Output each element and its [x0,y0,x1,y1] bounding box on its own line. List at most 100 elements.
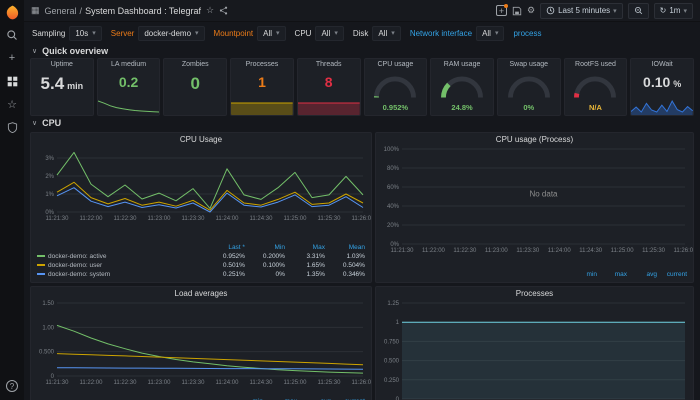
chart-canvas[interactable]: 00.5001.001.5011:21:30 11:22:00 11:22:30 11… [31,299,371,387]
refresh-icon: ↻ [659,6,667,15]
stat-panel-swap-usage[interactable]: Swap usage 0% [496,58,561,116]
stat-value: 0.2 [118,74,139,90]
stat-title: Zombies [181,61,209,68]
settings-gear-icon[interactable]: ⚙ [527,5,535,16]
svg-text:11:21:30: 11:21:30 [46,380,70,386]
panel-title[interactable]: Processes [376,287,693,299]
legend-spacer [382,270,567,279]
chart-canvas[interactable]: 0%20%40%60%80%100%11:21:30 11:22:00 11:22:… [376,145,693,255]
svg-text:11:26:00: 11:26:00 [352,216,371,222]
svg-text:11:24:30: 11:24:30 [250,216,274,222]
help-icon[interactable]: ? [4,378,20,394]
cpu-usage-chart[interactable]: 0% 1% 2% 3% 11:21:30 11:22:00 11:22:30 11:23:00… [31,145,371,243]
variable-mountpoint: Mountpoint All ▾ [214,25,286,41]
stat-panel-processes[interactable]: Processes 1 [230,58,294,116]
breadcrumb-folder[interactable]: General [45,6,77,16]
legend-value: 0.952% [222,253,245,260]
panel-title[interactable]: CPU Usage [31,133,371,145]
stat-title: CPU usage [377,61,414,68]
legend-sort-header[interactable]: Last * [209,243,245,252]
chart-canvas[interactable]: 00.2500.5000.75011.2511:21:3011:22:0011:… [376,299,693,400]
time-range-label: Last 5 minutes [558,6,611,15]
panel-title[interactable]: CPU usage (Process) [376,133,693,145]
legend-value: 0.346% [342,271,365,278]
cpu-usage-process-chart[interactable]: 0% 20% 40% 60% 80% 100% 11:21:30 11:22:00 11:22:… [376,145,693,270]
create-plus-icon[interactable]: + [4,50,20,66]
stat-value: N/A [589,103,602,112]
legend-sort-header[interactable]: max [601,270,627,279]
quick-overview-row: Uptime 5.4 min LA medium 0.2 Zombies 0 Processe… [24,58,700,116]
legend-series-name[interactable]: docker-demo: user [37,261,205,270]
variable-value-dropdown[interactable]: All ▾ [372,25,401,41]
legend-series-name[interactable]: docker-demo: system [37,270,205,279]
stat-panel-zombies[interactable]: Zombies 0 [163,58,228,116]
starred-icon[interactable]: ☆ [4,96,20,112]
svg-text:11:24:00: 11:24:00 [216,380,240,386]
stat-panel-ram-usage[interactable]: RAM usage 24.8% [430,58,494,116]
breadcrumb-title[interactable]: System Dashboard : Telegraf [85,6,201,16]
legend-value: 1.03% [346,253,365,260]
section-quick-overview[interactable]: ∨ Quick overview [24,44,700,58]
gauge: 24.8% [431,68,493,115]
dashboards-icon[interactable] [4,73,20,89]
section-title: CPU [42,118,62,128]
legend-sort-header[interactable]: current [661,270,687,279]
svg-text:0.500: 0.500 [39,350,55,356]
zoom-out-button[interactable] [627,2,649,19]
grafana-dashboard: + ☆ ? ▦ General / System Dashboard : Tel… [0,0,700,400]
sidebar: + ☆ ? [0,0,24,400]
legend-series-name[interactable]: docker-demo: active [37,252,205,261]
stat-value: 5.4 min [40,74,84,93]
refresh-button[interactable]: ↻ 1m ▾ [653,2,693,19]
time-range-picker[interactable]: Last 5 minutes ▾ [540,2,623,19]
stat-panel-iowait[interactable]: IOWait 0.10% [630,58,695,116]
legend-sort-header[interactable]: Mean [329,243,365,252]
star-dashboard-icon[interactable]: ☆ [206,5,214,16]
stat-panel-threads[interactable]: Threads 8 [296,58,361,116]
svg-text:11:23:30: 11:23:30 [516,248,540,254]
breadcrumb[interactable]: General / System Dashboard : Telegraf [45,6,201,16]
stat-panel-la-medium[interactable]: LA medium 0.2 [96,58,161,116]
variable-value-dropdown[interactable]: 10s ▾ [69,25,102,41]
variable-label: Server [110,28,135,38]
section-cpu[interactable]: ∨ CPU [24,116,700,130]
stat-title: LA medium [111,61,147,68]
legend-value: 0.251% [222,271,245,278]
svg-text:2%: 2% [45,174,54,180]
stat-panel-cpu-usage[interactable]: CPU usage 0.952% [363,58,428,116]
svg-text:1.25: 1.25 [387,301,399,307]
legend-sort-header[interactable]: avg [631,270,657,279]
variable-value-dropdown[interactable]: docker-demo ▾ [138,25,205,41]
svg-text:11:22:30: 11:22:30 [114,216,138,222]
panel-title[interactable]: Load averages [31,287,371,299]
grafana-logo[interactable] [4,4,20,20]
stat-panel-rootfs-used[interactable]: RootFS used N/A [563,58,628,116]
svg-text:0.250: 0.250 [384,378,400,384]
server-admin-shield-icon[interactable] [4,119,20,135]
legend-sort-header[interactable]: Max [289,243,325,252]
search-icon[interactable] [4,27,20,43]
svg-text:3%: 3% [45,156,54,162]
save-dashboard-icon[interactable] [512,6,522,16]
svg-text:11:25:00: 11:25:00 [611,248,635,254]
stat-title: Processes [245,61,279,68]
svg-text:11:23:00: 11:23:00 [148,216,172,222]
chart-canvas[interactable]: 0%1%2%3%11:21:30 11:22:00 11:22:30 11:23:00… [31,145,371,223]
variable-value-dropdown[interactable]: All ▾ [257,25,286,41]
processes-chart[interactable]: 00.2500.5000.75011.2511:21:3011:22:0011:… [376,299,693,400]
legend-sort-header[interactable]: min [571,270,597,279]
load-averages-chart[interactable]: 0 0.500 1.00 1.50 11:21:30 11:22:00 11:22:30 11… [31,299,371,397]
add-panel-icon[interactable]: + [496,4,509,16]
stat-panel-uptime[interactable]: Uptime 5.4 min [30,58,94,116]
svg-text:11:21:30: 11:21:30 [46,216,70,222]
variable-value-dropdown[interactable]: All ▾ [315,25,344,41]
apps-grid-icon: ▦ [31,5,40,15]
svg-text:20%: 20% [387,223,400,229]
share-icon[interactable] [219,6,228,15]
variable-value-dropdown[interactable]: All ▾ [476,25,505,41]
svg-text:0.750: 0.750 [384,339,400,345]
caret-down-icon: ▾ [92,30,96,37]
legend-sort-header[interactable]: Min [249,243,284,252]
svg-text:11:25:00: 11:25:00 [284,380,308,386]
gauge: 0% [498,68,560,115]
